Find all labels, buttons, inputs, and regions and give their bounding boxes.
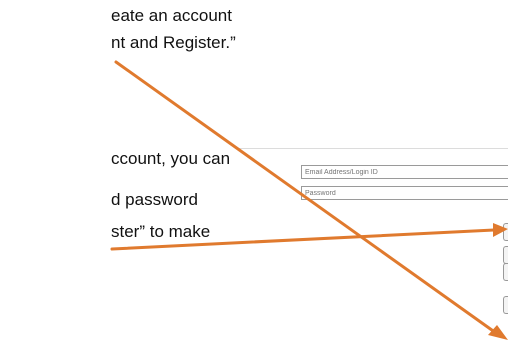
- doc-line-2: nt and Register.”: [111, 33, 236, 52]
- login-form-screenshot: [237, 140, 508, 340]
- doc-line-4: d password: [111, 190, 198, 209]
- doc-line-5: ster” to make: [111, 222, 211, 241]
- email-login-id-field[interactable]: [301, 165, 508, 179]
- divider: [237, 148, 508, 149]
- doc-line-3: ccount, you can: [111, 149, 231, 168]
- button-edge[interactable]: [503, 263, 508, 281]
- register-button-edge[interactable]: [503, 296, 508, 314]
- doc-line-1: eate an account: [111, 6, 232, 25]
- button-edge[interactable]: [503, 246, 508, 264]
- login-button-edge[interactable]: [503, 223, 508, 241]
- password-field[interactable]: [301, 186, 508, 200]
